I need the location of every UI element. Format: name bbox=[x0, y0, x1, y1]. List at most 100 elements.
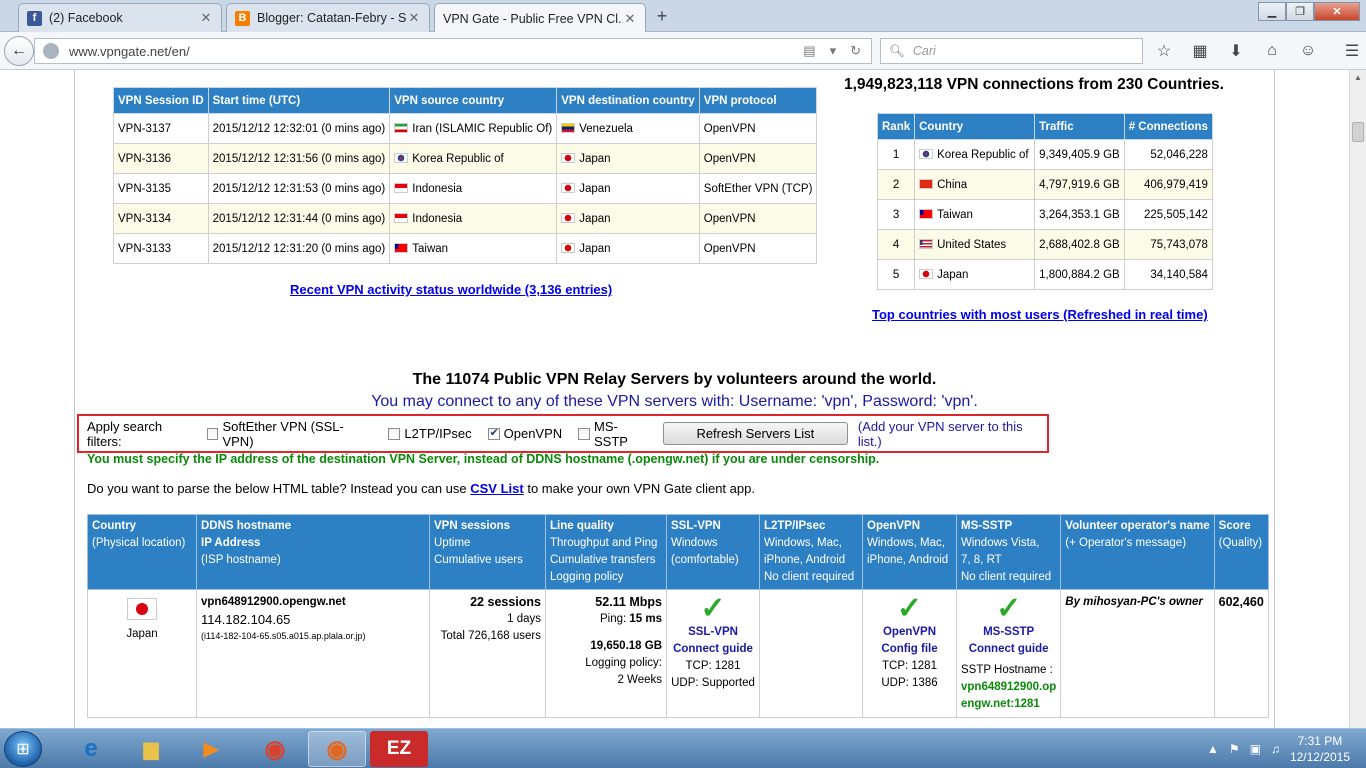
refresh-servers-button[interactable]: Refresh Servers List bbox=[662, 422, 848, 445]
csv-list-link[interactable]: CSV List bbox=[470, 481, 523, 496]
col-title: DDNS hostname bbox=[201, 520, 292, 532]
network-icon[interactable]: ▣ bbox=[1250, 742, 1261, 756]
search-input[interactable]: 🔍︎ Cari bbox=[880, 38, 1143, 64]
cumulative-users: Total 726,168 users bbox=[440, 630, 541, 642]
reader-view-icon[interactable]: ▤ bbox=[803, 43, 815, 59]
start-button[interactable]: ⊞ bbox=[4, 731, 42, 767]
filter-softether[interactable]: SoftEther VPN (SSL-VPN) bbox=[206, 419, 373, 449]
source-country-name: Korea Republic of bbox=[412, 152, 504, 165]
l2tp-checkbox[interactable] bbox=[388, 427, 401, 440]
filter-mssstp[interactable]: MS-SSTP bbox=[578, 419, 651, 449]
filter-openvpn[interactable]: OpenVPN bbox=[487, 426, 562, 441]
col-subtitle: Logging policy bbox=[550, 571, 624, 583]
close-tab-icon[interactable]: ✕ bbox=[623, 11, 637, 27]
country: China bbox=[914, 169, 1036, 200]
col-header: Country bbox=[914, 113, 1036, 140]
back-button[interactable]: ← bbox=[4, 36, 34, 66]
filter-l2tp[interactable]: L2TP/IPsec bbox=[388, 426, 472, 441]
country-name: United States bbox=[937, 238, 1007, 251]
tray-expand-icon[interactable]: ▲ bbox=[1207, 742, 1219, 756]
tab-facebook[interactable]: f (2) Facebook ✕ bbox=[18, 3, 222, 32]
close-tab-icon[interactable]: ✕ bbox=[407, 10, 421, 26]
destination-country: Venezuela bbox=[556, 113, 700, 144]
dropdown-arrow-icon[interactable]: ▾ bbox=[830, 43, 837, 59]
scrollbar-thumb[interactable] bbox=[1352, 122, 1364, 142]
col-subtitle: Windows Vista, bbox=[961, 537, 1040, 549]
tab-bar: f (2) Facebook ✕ B Blogger: Catatan-Febr… bbox=[0, 0, 1366, 33]
firefox-icon[interactable]: ◉ bbox=[308, 731, 366, 767]
media-player-icon[interactable]: ▶ bbox=[182, 731, 240, 767]
add-server-link[interactable]: (Add your VPN server to this list.) bbox=[858, 419, 1047, 449]
korea-flag-icon bbox=[394, 152, 409, 163]
col-subtitle: Cumulative transfers bbox=[550, 554, 656, 566]
system-tray: ▲ ⚑ ▣ ♫ 7:31 PM 12/12/2015 bbox=[1207, 729, 1350, 768]
col-subtitle: (comfortable) bbox=[671, 554, 739, 566]
menu-icon[interactable]: ☰ bbox=[1340, 40, 1364, 62]
mssstp-guide-link[interactable]: Connect guide bbox=[961, 641, 1056, 658]
hello-icon[interactable]: ☺ bbox=[1296, 40, 1320, 62]
bookmarks-list-icon[interactable]: ▦ bbox=[1188, 40, 1212, 62]
table-row: VPN-3134 2015/12/12 12:31:44 (0 mins ago… bbox=[113, 203, 818, 234]
clock[interactable]: 7:31 PM 12/12/2015 bbox=[1290, 733, 1350, 765]
chrome-icon[interactable]: ◉ bbox=[246, 731, 304, 767]
operator-name: By mihosyan-PC's owner bbox=[1065, 596, 1203, 608]
protocol: OpenVPN bbox=[698, 113, 818, 144]
openvpn-config-link[interactable]: Config file bbox=[867, 641, 952, 658]
session-time: 2015/12/12 12:31:44 (0 mins ago) bbox=[207, 203, 391, 234]
cumulative-transfer: 19,650.18 GB bbox=[590, 640, 662, 652]
col-subtitle: Windows bbox=[671, 537, 718, 549]
action-center-icon[interactable]: ⚑ bbox=[1229, 742, 1240, 756]
rank: 1 bbox=[876, 139, 916, 170]
volume-icon[interactable]: ♫ bbox=[1271, 742, 1280, 756]
servers-subtitle: You may connect to any of these VPN serv… bbox=[371, 393, 978, 410]
col-header: VPN source country bbox=[389, 87, 558, 114]
tab-blogger[interactable]: B Blogger: Catatan-Febry - S... ✕ bbox=[226, 3, 430, 32]
close-window-button[interactable]: ✕ bbox=[1314, 2, 1360, 21]
bookmark-star-icon[interactable]: ☆ bbox=[1152, 40, 1176, 62]
file-explorer-icon[interactable]: ▆ bbox=[122, 731, 180, 767]
col-title: Country bbox=[92, 520, 137, 532]
server-sslvpn: ✓ SSL-VPN Connect guide TCP: 1281 UDP: S… bbox=[666, 589, 760, 718]
internet-explorer-icon[interactable]: e bbox=[62, 731, 120, 767]
minimize-button[interactable]: ▁ bbox=[1258, 2, 1286, 21]
download-icon[interactable]: ⬇ bbox=[1224, 40, 1248, 62]
tab-title: VPN Gate - Public Free VPN Cl... bbox=[443, 11, 623, 26]
source-country-name: Iran (ISLAMIC Republic Of) bbox=[412, 122, 553, 135]
destination-country-name: Japan bbox=[579, 182, 611, 195]
reload-icon[interactable]: ↻ bbox=[850, 43, 861, 59]
table-row: 2 China 4,797,919.6 GB 406,979,419 bbox=[876, 169, 1213, 200]
vertical-scrollbar[interactable]: ▲ bbox=[1349, 70, 1366, 728]
throughput: 52.11 Mbps bbox=[595, 595, 662, 609]
top-countries-link[interactable]: Top countries with most users (Refreshed… bbox=[872, 307, 1208, 322]
table-row: 3 Taiwan 3,264,353.1 GB 225,505,142 bbox=[876, 199, 1213, 230]
recent-activity-link[interactable]: Recent VPN activity status worldwide (3,… bbox=[290, 282, 612, 297]
parse-text: to make your own VPN Gate client app. bbox=[523, 481, 755, 496]
sslvpn-guide-link[interactable]: Connect guide bbox=[671, 641, 755, 658]
rank: 3 bbox=[876, 199, 916, 230]
close-tab-icon[interactable]: ✕ bbox=[199, 10, 213, 26]
tab-vpngate[interactable]: VPN Gate - Public Free VPN Cl... ✕ bbox=[434, 3, 646, 33]
openvpn-tcp-port: TCP: 1281 bbox=[882, 660, 937, 672]
facebook-icon: f bbox=[27, 10, 42, 26]
openvpn-udp-port: UDP: 1386 bbox=[881, 677, 938, 689]
mssstp-checkbox[interactable] bbox=[578, 427, 590, 440]
source-country-name: Indonesia bbox=[412, 212, 463, 225]
softether-checkbox[interactable] bbox=[206, 427, 219, 440]
sslvpn-link[interactable]: SSL-VPN bbox=[671, 624, 755, 641]
server-country: Japan bbox=[87, 589, 197, 718]
taiwan-flag-icon bbox=[394, 242, 409, 253]
scroll-up-icon[interactable]: ▲ bbox=[1350, 70, 1366, 86]
uptime: 1 days bbox=[507, 613, 541, 625]
country-name: Taiwan bbox=[937, 208, 973, 221]
checkmark-icon: ✓ bbox=[700, 592, 726, 625]
openvpn-link[interactable]: OpenVPN bbox=[867, 624, 952, 641]
table-row: Japan vpn648912900.opengw.net 114.182.10… bbox=[87, 589, 1269, 718]
home-icon[interactable]: ⌂ bbox=[1260, 40, 1284, 62]
connections: 225,505,142 bbox=[1123, 199, 1213, 230]
address-bar[interactable]: www.vpngate.net/en/ ▤ ▾ ↻ bbox=[34, 38, 872, 64]
openvpn-checkbox[interactable] bbox=[487, 426, 500, 440]
ez-app-icon[interactable]: EZ bbox=[370, 731, 428, 767]
maximize-button[interactable]: ❐ bbox=[1286, 2, 1314, 21]
mssstp-link[interactable]: MS-SSTP bbox=[961, 624, 1056, 641]
new-tab-button[interactable]: + bbox=[650, 6, 674, 27]
